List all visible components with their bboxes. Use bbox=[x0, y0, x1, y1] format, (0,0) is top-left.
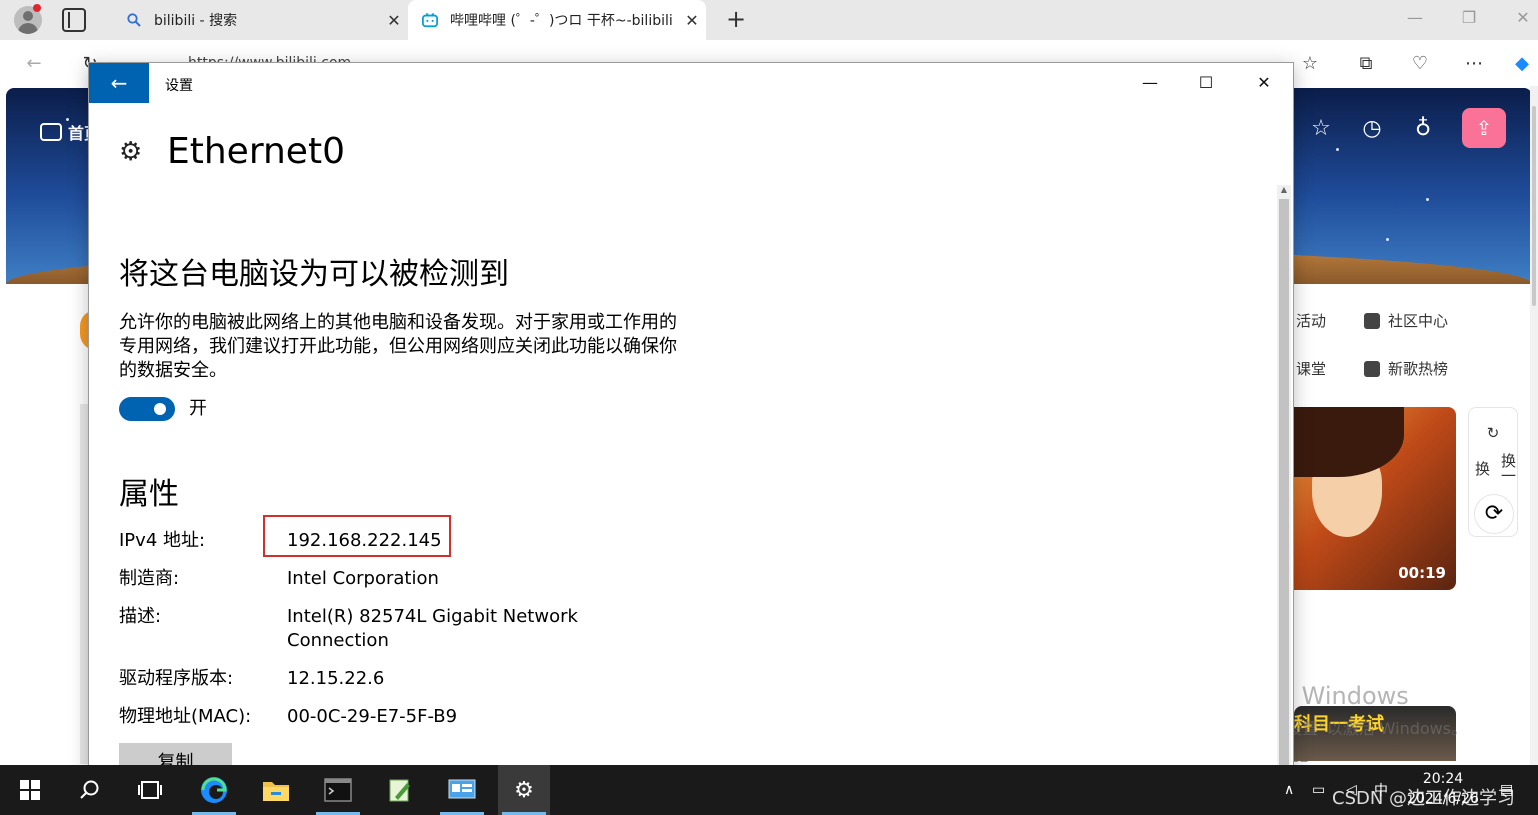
property-value: 00-0C-29-E7-5F-B9 bbox=[287, 706, 458, 727]
refresh-label: 换一换 bbox=[1473, 453, 1517, 483]
community-icon bbox=[1364, 312, 1380, 329]
scroll-thumb[interactable] bbox=[1279, 199, 1289, 771]
tab-bilibili-home[interactable]: 哔哩哔哩 (゜-゜)つロ 干杯~-bilibili ✕ bbox=[408, 0, 706, 40]
category-label: 社区中心 bbox=[1388, 312, 1449, 330]
video-duration: 00:19 bbox=[1398, 564, 1446, 582]
creative-bulb-icon[interactable]: ♁ bbox=[1410, 116, 1436, 142]
settings-window: ← 设置 — ☐ ✕ ⚙ Ethernet0 将这台电脑设为可以被检测到 允许你… bbox=[88, 62, 1294, 775]
settings-gear-icon[interactable]: ⚙ bbox=[498, 765, 550, 815]
gear-icon: ⚙ bbox=[119, 136, 143, 167]
settings-content: ⚙ Ethernet0 将这台电脑设为可以被检测到 允许你的电脑被此网络上的其他… bbox=[119, 103, 1269, 774]
new-tab-button[interactable]: + bbox=[722, 6, 750, 34]
collections-icon[interactable]: ⧉ bbox=[1352, 50, 1380, 78]
minimize-icon[interactable]: — bbox=[1127, 69, 1173, 97]
taskbar: ⚙ ∧ ▭ ◁ 中 20:24 2024/6/26 ▤ bbox=[0, 765, 1538, 815]
show-hidden-icons-icon[interactable]: ∧ bbox=[1284, 765, 1294, 815]
category-activity[interactable]: 活动 bbox=[1296, 310, 1326, 331]
control-panel-icon[interactable] bbox=[436, 765, 488, 815]
property-value: Intel(R) 82574L Gigabit Network Connecti… bbox=[287, 606, 578, 651]
browser-tabstrip: bilibili - 搜索 ✕ 哔哩哔哩 (゜-゜)つロ 干杯~-bilibil… bbox=[0, 0, 1538, 40]
toggle-state-label: 开 bbox=[189, 398, 207, 419]
notification-dot bbox=[33, 4, 41, 12]
discoverable-toggle[interactable] bbox=[119, 397, 175, 421]
ip-highlight-box bbox=[263, 515, 451, 557]
page-title: Ethernet0 bbox=[167, 131, 345, 172]
property-key: IPv4 地址: bbox=[119, 530, 206, 551]
maximize-icon[interactable]: ☐ bbox=[1183, 69, 1229, 97]
task-view-icon[interactable] bbox=[124, 765, 176, 815]
property-key: 物理地址(MAC): bbox=[119, 706, 252, 727]
restore-icon[interactable]: ❐ bbox=[1446, 8, 1492, 32]
category-community[interactable]: 社区中心 bbox=[1364, 310, 1448, 331]
terminal-icon[interactable] bbox=[312, 765, 364, 815]
favorites-star-icon[interactable]: ☆ bbox=[1308, 116, 1334, 142]
history-clock-icon[interactable]: ◷ bbox=[1359, 116, 1385, 142]
back-button[interactable]: ← bbox=[89, 63, 149, 103]
network-icon[interactable]: ▭ bbox=[1312, 765, 1325, 815]
video-thumbnail[interactable]: 00:19 bbox=[1294, 407, 1456, 590]
browser-essentials-icon[interactable]: ♡ bbox=[1406, 50, 1434, 78]
property-key: 描述: bbox=[119, 606, 162, 627]
window-title: 设置 bbox=[165, 78, 193, 94]
start-windows-icon[interactable] bbox=[4, 765, 56, 815]
file-explorer-icon[interactable] bbox=[250, 765, 302, 815]
edge-browser-icon[interactable] bbox=[188, 765, 240, 815]
bilibili-tv-icon bbox=[40, 123, 62, 141]
favorites-icon[interactable]: ☆ bbox=[1296, 50, 1324, 78]
tab-title: bilibili - 搜索 bbox=[154, 13, 238, 29]
category-hot-songs[interactable]: 新歌热榜 bbox=[1364, 358, 1448, 379]
discoverable-description: 允许你的电脑被此网络上的其他电脑和设备发现。对于家用或工作用的专用网络，我们建议… bbox=[119, 312, 677, 381]
category-class[interactable]: 课堂 bbox=[1296, 358, 1326, 379]
settings-scrollbar[interactable]: ▲ bbox=[1277, 185, 1291, 774]
search-icon[interactable] bbox=[64, 765, 116, 815]
property-value: Intel Corporation bbox=[287, 568, 439, 589]
close-icon[interactable]: ✕ bbox=[1241, 69, 1287, 97]
bilibili-icon bbox=[422, 12, 438, 28]
csdn-watermark: CSDN @边工作边学习 bbox=[1332, 788, 1516, 809]
back-arrow-icon[interactable]: ← bbox=[20, 50, 48, 78]
tab-title: 哔哩哔哩 (゜-゜)つロ 干杯~-bilibili bbox=[450, 13, 673, 29]
search-icon bbox=[126, 12, 142, 28]
close-tab-icon[interactable]: ✕ bbox=[380, 11, 408, 30]
refresh-icon: ↻ bbox=[1486, 424, 1500, 442]
page-scrollbar[interactable] bbox=[1530, 86, 1538, 765]
property-key: 驱动程序版本: bbox=[119, 668, 234, 689]
discoverable-heading: 将这台电脑设为可以被检测到 bbox=[119, 257, 509, 292]
category-label: 活动 bbox=[1296, 312, 1327, 330]
notepad-icon[interactable] bbox=[374, 765, 426, 815]
category-label: 新歌热榜 bbox=[1388, 360, 1449, 378]
property-value: 12.15.22.6 bbox=[287, 668, 385, 689]
replay-icon[interactable]: ⟳ bbox=[1474, 494, 1514, 534]
properties-heading: 属性 bbox=[119, 477, 179, 512]
copilot-icon[interactable]: ◆ bbox=[1508, 50, 1536, 78]
scroll-up-icon[interactable]: ▲ bbox=[1277, 185, 1291, 197]
more-menu-icon[interactable]: ⋯ bbox=[1460, 50, 1488, 78]
tab-actions-icon[interactable] bbox=[62, 8, 86, 32]
page-header: ⚙ Ethernet0 bbox=[119, 131, 345, 172]
property-key: 制造商: bbox=[119, 568, 180, 589]
close-window-icon[interactable]: ✕ bbox=[1500, 8, 1538, 32]
category-label: 课堂 bbox=[1296, 360, 1327, 378]
upload-button[interactable]: ⇪ bbox=[1462, 108, 1506, 148]
close-tab-icon[interactable]: ✕ bbox=[678, 11, 706, 30]
tab-bilibili-search[interactable]: bilibili - 搜索 ✕ bbox=[112, 0, 408, 40]
minimize-icon[interactable]: — bbox=[1392, 8, 1438, 32]
settings-titlebar: ← 设置 — ☐ ✕ bbox=[89, 63, 1293, 103]
music-icon bbox=[1364, 360, 1380, 377]
